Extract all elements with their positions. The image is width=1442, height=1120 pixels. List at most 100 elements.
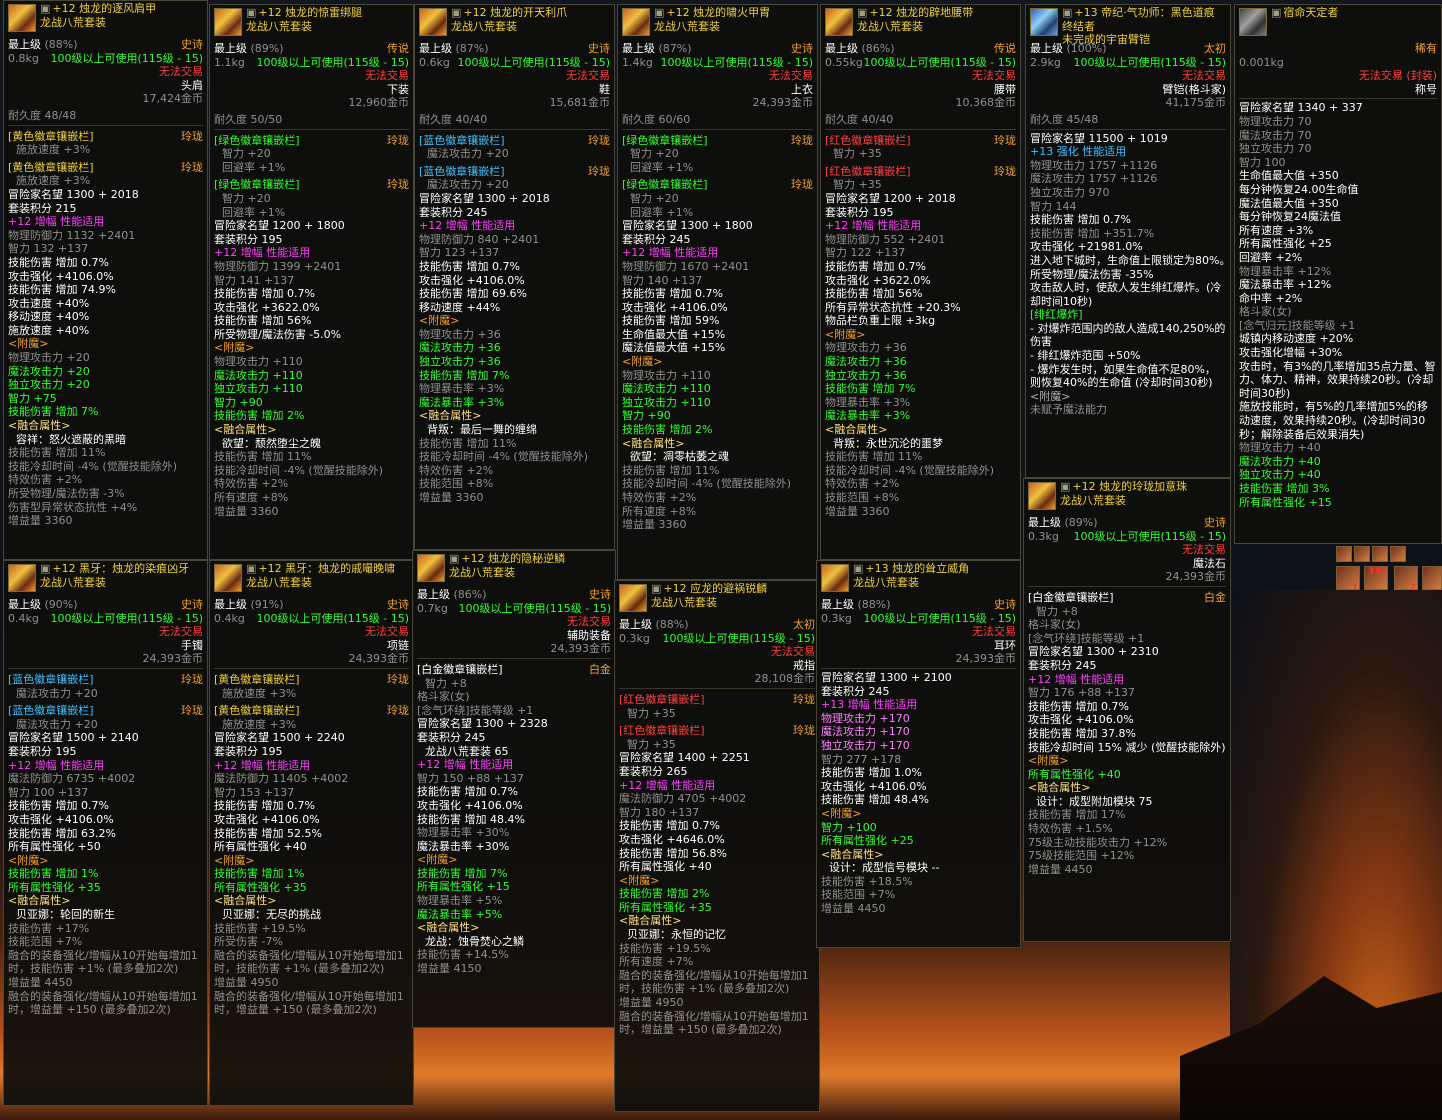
- stat-line: 智力 123 +137: [419, 246, 500, 260]
- stat-line: 技能伤害 增加 1%: [214, 867, 305, 881]
- stat-line: 增益量 3360: [825, 504, 890, 518]
- stat-line: 攻击强化 +4106.0%: [417, 798, 523, 812]
- stat-line: 物理防御力 1399 +2401: [214, 259, 342, 273]
- stat-line: 魔法攻击力 +20: [16, 717, 98, 731]
- item-grade-pct: (87%): [658, 42, 692, 55]
- stat-line: 技能冷却时间 -4% (觉醒技能除外): [8, 459, 177, 473]
- item-tooltip: ▣ +12 烛龙的开天利爪 龙战八荒套装 最上级 (87%) 史诗 0.6kg 100级以上…: [414, 4, 615, 550]
- item-icon: [214, 8, 242, 36]
- item-durability: 耐久度 48/48: [8, 108, 77, 122]
- stat-line: 物理暴击率 +3%: [825, 395, 911, 409]
- stat-line: 技能伤害 增加 52.5%: [214, 826, 322, 840]
- stat-line: 回避率 +1%: [222, 205, 286, 219]
- item-slot-type: 称号: [1415, 82, 1437, 96]
- stat-line: 魔法值最大值 +15%: [622, 341, 726, 355]
- stat-line: 所有属性强化 +40: [1028, 767, 1121, 781]
- tooltip-header: ▣ +12 应龙的避祸锐麟 龙战八荒套装: [619, 582, 815, 618]
- stat-line: 特效伤害 +2%: [214, 477, 289, 491]
- stat-line: [念气环绕]技能等级 +1: [1028, 631, 1145, 645]
- item-icon: [619, 584, 647, 612]
- stat-line: 技能伤害 +19.5%: [619, 941, 711, 955]
- item-rarity: 传说: [387, 42, 409, 55]
- stat-line: 魔法暴击率 +3%: [419, 395, 505, 409]
- stat-line: 技能冷却时间 15% 减少 (觉醒技能除外): [1028, 740, 1226, 754]
- item-trade-status: 无法交易: [365, 625, 409, 639]
- stat-line: [念气归元]技能等级 +1: [1239, 318, 1356, 332]
- item-grade: 最上级: [619, 618, 652, 631]
- item-weight: 0.4kg: [214, 611, 245, 625]
- stat-line: 技能伤害 增加 56%: [825, 287, 923, 301]
- stat-line: 生命值最大值 +350: [1239, 169, 1339, 183]
- stat-line: 魔法暴击率 +30%: [417, 839, 510, 853]
- skill-slot-icon[interactable]: [1336, 546, 1352, 562]
- skill-slot-icon[interactable]: [1354, 546, 1370, 562]
- tooltip-header: ▣ +12 黑牙：烛龙的染痕凶牙 龙战八荒套装: [8, 562, 203, 598]
- stat-line: <融合属性>: [825, 423, 888, 437]
- stat-line: 欲望：凋零枯萎之魂: [630, 450, 729, 464]
- item-slot-type: 臂铠(格斗家): [1162, 82, 1226, 96]
- stat-line: +12 增幅 性能适用: [8, 758, 105, 772]
- slot-count-badge: 337: [1368, 567, 1387, 577]
- stat-line: 攻击强化 +4106.0%: [622, 300, 728, 314]
- item-slot-type: 手镯: [181, 638, 203, 652]
- stat-line: 未赋予魔法能力: [1030, 403, 1107, 417]
- stat-line: 攻击强化 +4106.0%: [419, 273, 525, 287]
- item-weight: 0.8kg: [8, 51, 39, 65]
- item-weight: 0.6kg: [419, 55, 450, 69]
- slot-count-badge: 1: [1352, 583, 1359, 593]
- item-price: 41,175金币: [1165, 96, 1227, 110]
- stat-line: 套装积分 195: [825, 205, 894, 219]
- socket-grade: 玲珑: [181, 672, 203, 686]
- stat-line: 攻击强化 +3622.0%: [825, 273, 931, 287]
- item-price: 12,960金币: [348, 96, 410, 110]
- item-requirement: 100级以上可使用(115级 - 15): [458, 601, 611, 615]
- stat-line: 物理攻击力 1757 +1126: [1030, 158, 1158, 172]
- item-durability: 耐久度 40/40: [419, 112, 488, 126]
- stat-line: 技能伤害 增加 11%: [8, 446, 106, 460]
- stat-line: 施放速度 +3%: [222, 686, 297, 700]
- lock-icon: ▣: [40, 562, 51, 575]
- item-grade-pct: (88%): [44, 38, 78, 51]
- stat-line: 增益量 4450: [821, 902, 886, 916]
- socket-grade: 玲珑: [387, 672, 409, 686]
- stat-line: 技能伤害 增加 0.7%: [622, 287, 723, 301]
- stat-line: 技能伤害 增加 56.8%: [619, 846, 727, 860]
- stat-line: 增益量 4950: [619, 996, 684, 1010]
- item-weight: 0.7kg: [417, 601, 448, 615]
- stat-line: 独立攻击力 +170: [821, 738, 910, 752]
- stat-line: 套装积分 195: [214, 744, 283, 758]
- stat-line: 冒险家名望 1200 + 2018: [825, 191, 956, 205]
- item-price: 15,681金币: [549, 96, 611, 110]
- stat-line: 施放技能时，有5%的几率增加5%的移动速度，效果持续20秒。(冷却时间30秒；解…: [1239, 400, 1428, 441]
- lock-icon: ▣: [1271, 6, 1282, 19]
- tooltip-header: ▣ +12 烛龙的啸火甲胄 龙战八荒套装: [622, 6, 813, 42]
- divider: [8, 667, 203, 669]
- item-requirement: 100级以上可使用(115级 - 15): [256, 611, 409, 625]
- item-tooltip: ▣ +12 烛龙的逐风肩甲 龙战八荒套装 最上级 (88%) 史诗 0.8kg 100级以上…: [3, 0, 208, 560]
- item-icon: [419, 8, 447, 36]
- item-grade-pct: (86%): [453, 588, 487, 601]
- socket-slot-label: [绿色徽章镶嵌栏]: [214, 133, 300, 147]
- stat-line: 智力 144: [1030, 199, 1077, 213]
- stat-line: 回避率 +2%: [1239, 250, 1303, 264]
- stat-line: +12 增幅 性能适用: [214, 246, 311, 260]
- stat-line: 施放速度 +3%: [16, 143, 91, 157]
- divider: [622, 128, 813, 130]
- item-set-name: 龙战八荒套装: [857, 19, 923, 33]
- stat-line: 技能伤害 增加 0.7%: [619, 819, 720, 833]
- potion-slot-icon[interactable]: [1422, 566, 1442, 590]
- socket-grade: 白金: [1204, 590, 1226, 604]
- socket-slot-label: [红色徽章镶嵌栏]: [619, 724, 705, 738]
- item-set-name: 龙战八荒套装: [246, 19, 312, 33]
- item-rarity: 史诗: [181, 598, 203, 611]
- stat-line: 攻击强化 +4646.0%: [619, 832, 725, 846]
- stat-line: 背叛：最后一舞的缠绵: [427, 423, 537, 437]
- skill-slot-icon[interactable]: [1390, 546, 1406, 562]
- item-tooltip: ▣ +12 烛龙的玲珑加意珠 龙战八荒套装 最上级 (89%) 史诗 0.3kg 100级以…: [1023, 478, 1231, 942]
- item-weight: 0.3kg: [619, 631, 650, 645]
- stat-line: 所受伤害 -7%: [214, 935, 283, 949]
- socket-grade: 玲珑: [387, 704, 409, 718]
- skill-slot-icon[interactable]: [1372, 546, 1388, 562]
- stat-line: <附魔>: [8, 853, 49, 867]
- stat-line: 物理防御力 552 +2401: [825, 232, 946, 246]
